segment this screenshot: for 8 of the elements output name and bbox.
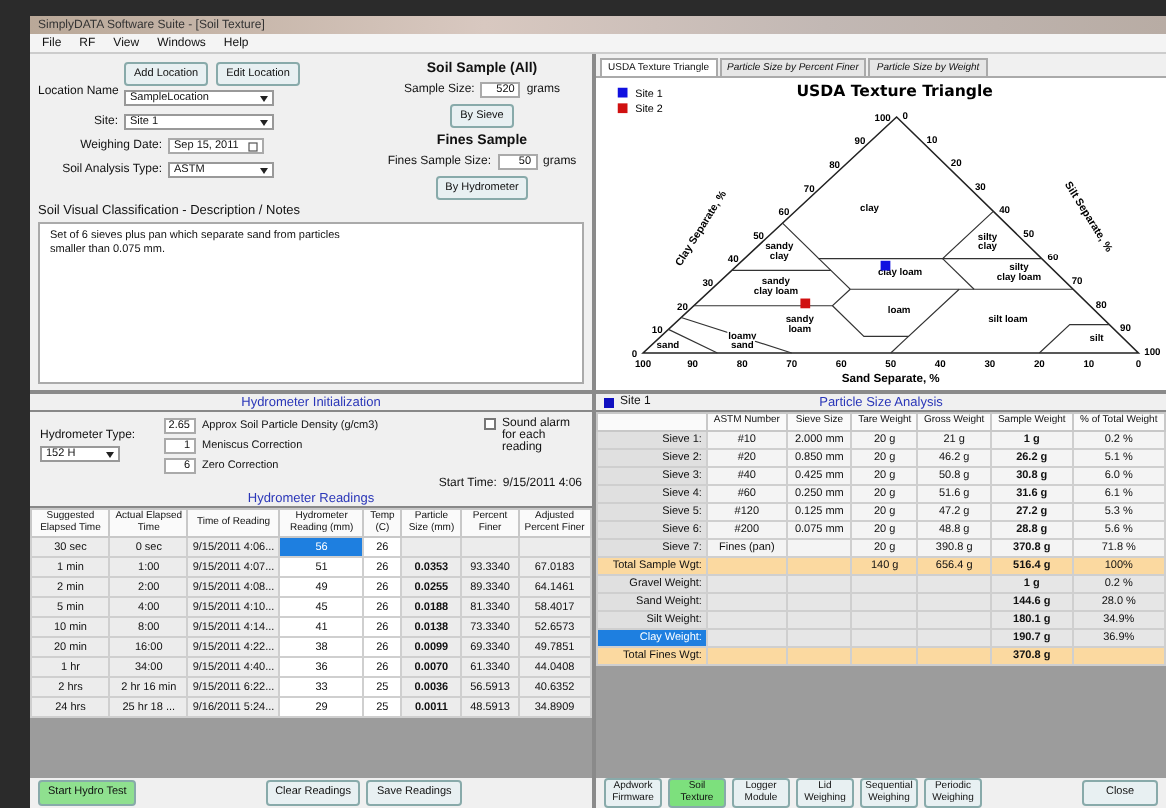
dropdown-caret-icon [260,95,268,102]
alarm-checkbox[interactable] [484,418,496,430]
calendar-icon [248,141,258,152]
dropdown-caret-icon [260,119,268,126]
dropdown-caret-icon [260,167,268,174]
dropdown-caret-icon [106,451,114,457]
site-swatch [604,397,614,407]
chart-title: USDA Texture Triangle [796,81,993,100]
